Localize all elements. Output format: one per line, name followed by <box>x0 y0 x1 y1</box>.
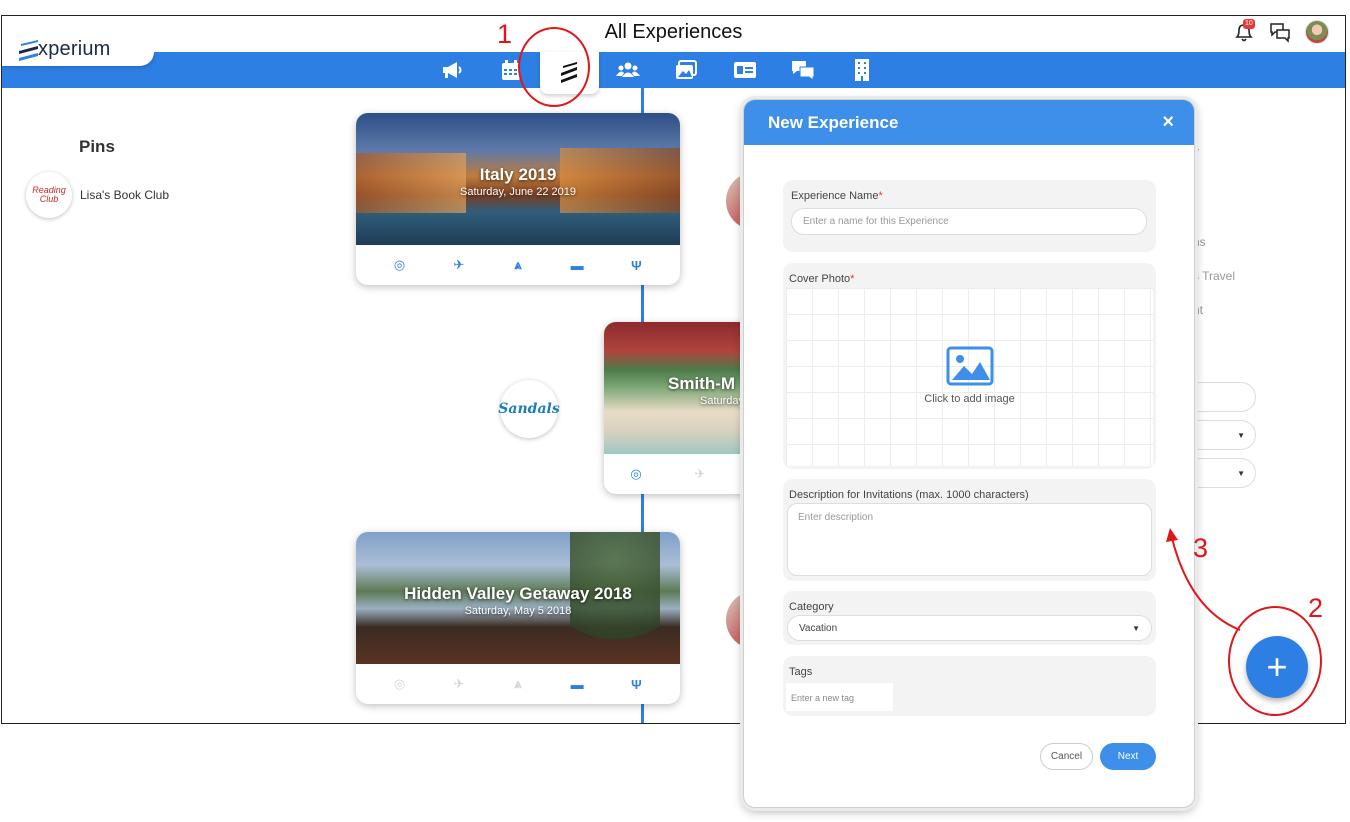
pins-title: Pins <box>79 137 115 156</box>
next-button[interactable]: Next <box>1100 743 1156 770</box>
pin-item[interactable]: Reading Club Lisa's Book Club <box>26 172 169 218</box>
users-icon <box>615 62 640 77</box>
experience-name-label: Experience Name* <box>791 190 883 202</box>
chat-bubbles-icon <box>792 61 815 81</box>
experience-icons: ◎ ✈ ⩓ ▬ Ψ <box>356 664 680 704</box>
experience-card[interactable]: Hidden Valley Getaway 2018 Saturday, May… <box>356 532 680 704</box>
experience-title: Hidden Valley Getaway 2018 <box>404 584 632 603</box>
road-icon[interactable]: ⩓ <box>508 257 528 273</box>
bed-icon[interactable]: ▬ <box>567 677 587 692</box>
experience-photo: Italy 2019 Saturday, June 22 2019 <box>356 113 680 245</box>
compass-icon[interactable]: ◎ <box>626 466 646 482</box>
nav-groups[interactable] <box>599 52 658 88</box>
nav-organization[interactable] <box>833 52 892 88</box>
nav-photos[interactable] <box>657 52 716 88</box>
cancel-button[interactable]: Cancel <box>1040 743 1093 770</box>
sandals-logo[interactable]: Sandals <box>498 380 560 438</box>
plane-icon[interactable]: ✈ <box>449 676 469 692</box>
reading-club-logo: Reading Club <box>26 172 72 218</box>
image-icon <box>946 346 993 386</box>
road-icon[interactable]: ⩓ <box>508 676 528 692</box>
main-navbar <box>2 52 1345 94</box>
notifications-button[interactable]: 10 <box>1233 19 1255 43</box>
description-section: Description for Invitations (max. 1000 c… <box>783 479 1156 581</box>
utensils-icon[interactable]: Ψ <box>626 258 646 273</box>
nav-announcements[interactable] <box>423 52 482 88</box>
experience-card[interactable]: Italy 2019 Saturday, June 22 2019 ◎ ✈ ⩓ … <box>356 113 680 285</box>
experience-icons: ◎ ✈ ⩓ ▬ Ψ <box>356 245 680 285</box>
user-avatar[interactable] <box>1305 20 1329 44</box>
nav-icons <box>423 52 892 94</box>
utensils-icon[interactable]: Ψ <box>626 677 646 692</box>
modal-header: New Experience × <box>744 100 1194 145</box>
logo-text: xperium <box>38 38 111 60</box>
nav-contacts[interactable] <box>716 52 775 88</box>
experience-title: Italy 2019 <box>479 165 557 184</box>
close-icon[interactable]: × <box>1162 111 1174 134</box>
experience-photo: Hidden Valley Getaway 2018 Saturday, May… <box>356 532 680 664</box>
experience-name-input[interactable]: Enter a name for this Experience <box>791 208 1147 235</box>
description-textarea[interactable]: Enter description <box>787 503 1152 576</box>
annotation-number: 2 <box>1308 593 1324 623</box>
cover-photo-section: Cover Photo* Click to add image <box>783 263 1156 469</box>
cover-photo-label: Cover Photo* <box>789 273 855 285</box>
experience-name-section: Experience Name* Enter a name for this E… <box>783 180 1156 252</box>
experience-date: Saturday, May 5 2018 <box>464 605 572 617</box>
category-section: Category Vacation ▼ <box>783 591 1156 645</box>
page-title: All Experiences <box>604 21 743 43</box>
top-right-actions: 10 <box>1233 19 1329 44</box>
plane-icon[interactable]: ✈ <box>449 257 469 273</box>
description-label: Description for Invitations (max. 1000 c… <box>789 489 1029 501</box>
compass-icon[interactable]: ◎ <box>390 257 410 273</box>
category-select[interactable]: Vacation ▼ <box>787 615 1152 641</box>
tags-label: Tags <box>789 666 813 678</box>
chevron-down-icon: ▼ <box>1132 623 1140 633</box>
annotation-arrow <box>1166 528 1241 631</box>
add-image-text: Click to add image <box>924 393 1015 405</box>
new-experience-modal: New Experience × Experience Name* Enter … <box>743 99 1195 808</box>
notification-badge: 10 <box>1243 19 1255 29</box>
images-icon <box>676 60 698 79</box>
experium-logo-icon <box>19 39 38 61</box>
modal-title: New Experience <box>768 112 899 132</box>
building-icon <box>854 59 869 81</box>
megaphone-icon <box>443 62 462 78</box>
bed-icon[interactable]: ▬ <box>567 258 587 273</box>
experience-date: Saturday, June 22 2019 <box>460 186 576 198</box>
tag-input[interactable]: Enter a new tag <box>786 683 893 711</box>
id-card-icon <box>733 62 756 78</box>
hidden-panel-item[interactable]: s Travel <box>1193 269 1235 283</box>
plane-icon[interactable]: ✈ <box>690 466 710 482</box>
messages-icon[interactable] <box>1269 21 1291 43</box>
nav-chat[interactable] <box>774 52 833 88</box>
annotation-circle <box>518 27 590 107</box>
annotation-number: 1 <box>497 19 513 49</box>
pin-label: Lisa's Book Club <box>80 188 170 202</box>
category-value: Vacation <box>799 622 838 634</box>
tags-section: Tags Enter a new tag <box>783 656 1156 716</box>
experium-logo[interactable]: xperium <box>18 38 111 61</box>
compass-icon[interactable]: ◎ <box>390 676 410 692</box>
cover-photo-dropzone[interactable]: Click to add image <box>786 288 1153 466</box>
category-label: Category <box>789 601 834 613</box>
